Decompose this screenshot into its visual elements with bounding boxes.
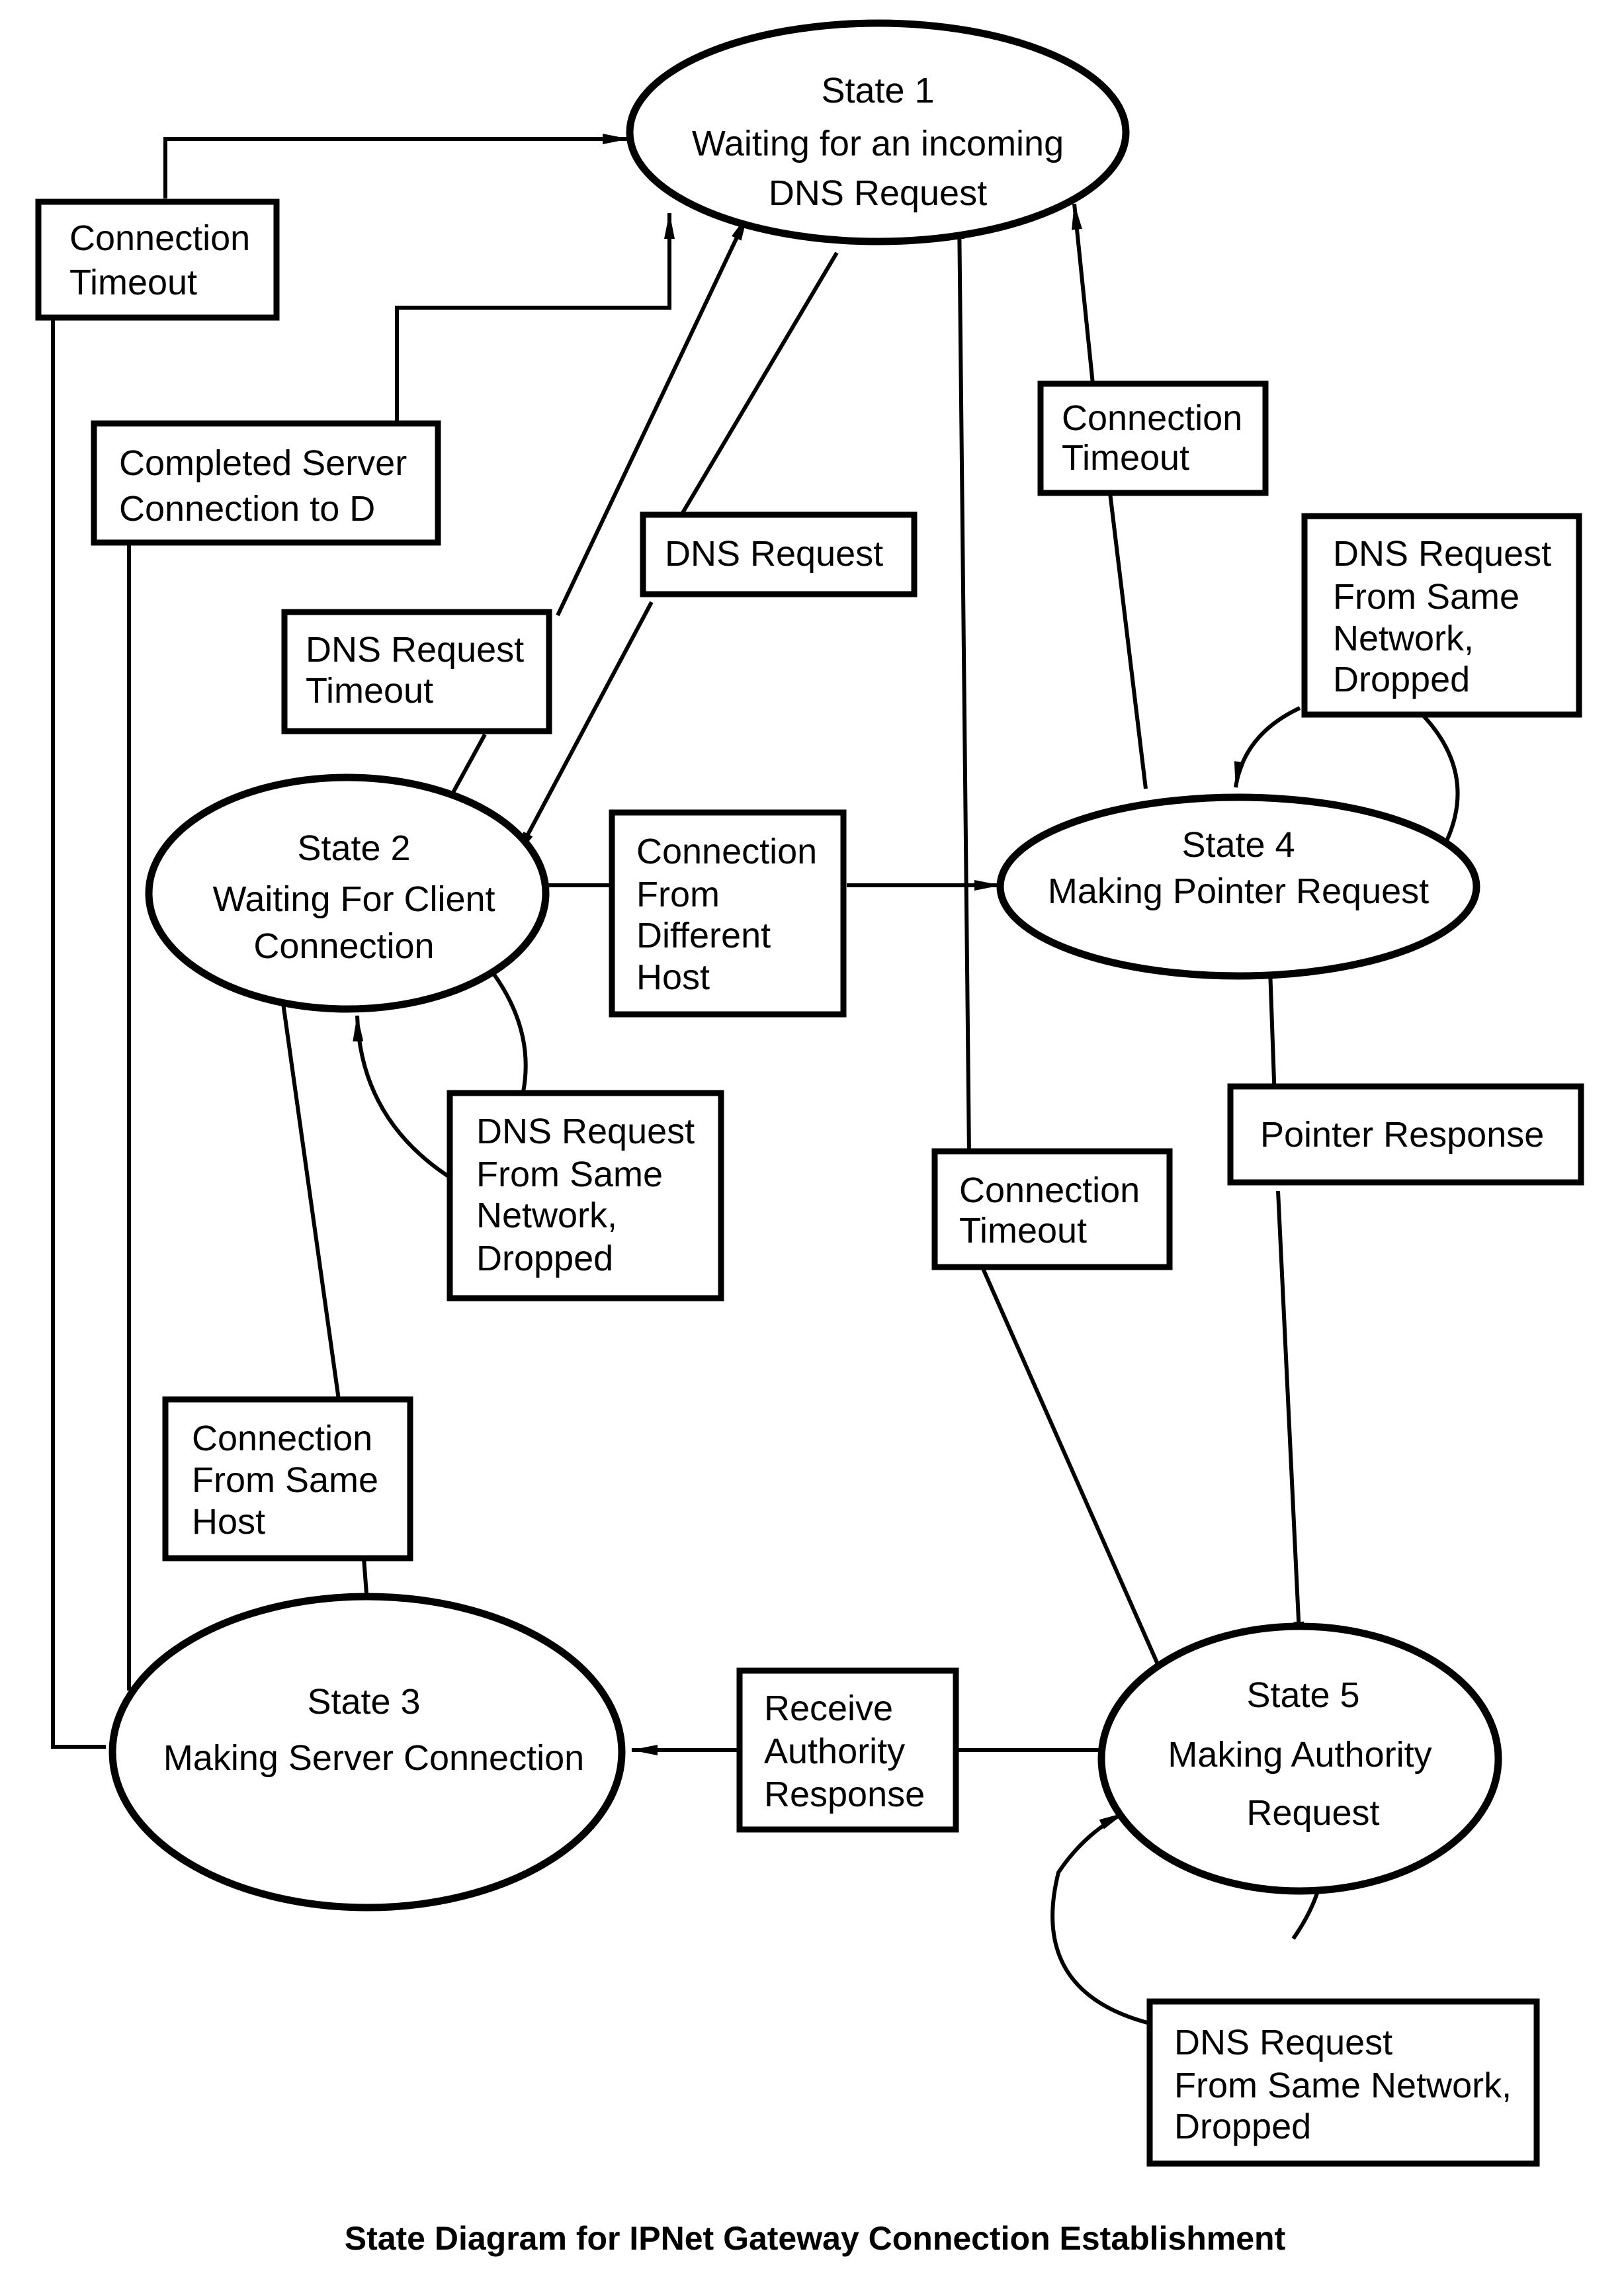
edge-s5-self-loop (1050, 1811, 1150, 2025)
diagram-caption: State Diagram for IPNet Gateway Connecti… (345, 2220, 1286, 2257)
state-3-title: State 3 (307, 1682, 420, 1722)
transition-label-receive-authority[interactable]: Receive Authority Response (736, 1667, 959, 1833)
label-line: Response (764, 1775, 925, 1814)
label-line: Connection (192, 1419, 372, 1458)
transition-label-pointer-response[interactable]: Pointer Response (1227, 1083, 1584, 1186)
transition-label-different-host[interactable]: Connection From Different Host (609, 809, 847, 1018)
state-4-title: State 4 (1181, 825, 1295, 865)
label-line: Network, (476, 1196, 617, 1235)
label-line: Network, (1333, 619, 1474, 658)
label-line: DNS Request (1333, 534, 1551, 574)
state-2-title: State 2 (297, 828, 410, 868)
label-line: Host (192, 1502, 265, 1542)
label-line: From Same (1333, 577, 1519, 617)
state-1-desc-line-2: DNS Request (769, 173, 987, 213)
state-2-desc-line-1: Waiting For Client (212, 879, 495, 919)
state-2[interactable]: State 2 Waiting For Client Connection (145, 773, 550, 1013)
label-line: From (636, 875, 720, 914)
label-line: Connection (1062, 398, 1242, 438)
transition-label-connection-timeout-left[interactable]: Connection Timeout (35, 198, 280, 321)
label-line: Dropped (476, 1239, 613, 1278)
edge-connection-timeout-to-s1-center (954, 212, 971, 1155)
state-1-title: State 1 (821, 71, 934, 110)
state-2-desc-line-2: Connection (253, 926, 434, 966)
label-line: Timeout (1062, 438, 1189, 478)
label-line: DNS Request (476, 1112, 695, 1151)
label-line: Timeout (959, 1211, 1087, 1251)
transition-label-s2-dns-dropped[interactable]: DNS Request From Same Network, Dropped (447, 1090, 724, 1301)
edge-s4-self-loop (1234, 706, 1301, 788)
label-line: Completed Server (119, 443, 407, 483)
label-line: Dropped (1333, 660, 1470, 699)
edge-s4-to-connection-timeout (1108, 492, 1148, 789)
label-line: Connection to D (119, 489, 375, 529)
label-line: From Same Network, (1174, 2066, 1512, 2105)
edge-s1-to-dns-request (681, 251, 839, 514)
edge-completed-server-to-s1 (395, 212, 675, 423)
edge-pointer-response-to-s5 (1276, 1190, 1304, 1648)
label-line: Timeout (69, 263, 197, 302)
label-line: Connection (959, 1170, 1140, 1210)
transition-label-connection-timeout-center[interactable]: Connection Timeout (931, 1148, 1173, 1270)
edge-s4-self-loop-return (1420, 713, 1460, 845)
label-line: From Same (476, 1155, 663, 1194)
state-5-title: State 5 (1246, 1675, 1359, 1715)
edge-s2-self-loop-return (491, 971, 528, 1096)
label-line: Different (636, 916, 771, 955)
label-line: DNS Request (306, 630, 524, 670)
edge-connection-timeout-to-s1-right (1072, 203, 1095, 384)
edge-s2-self-loop (353, 1015, 450, 1178)
label-line: DNS Request (1174, 2023, 1392, 2062)
state-5-desc-line-1: Making Authority (1168, 1735, 1432, 1775)
state-3[interactable]: State 3 Making Server Connection (108, 1593, 626, 1912)
label-line: Timeout (306, 671, 433, 711)
label-line: Receive (764, 1689, 893, 1728)
transition-label-dns-request[interactable]: DNS Request (640, 511, 918, 597)
state-1-desc-line-1: Waiting for an incoming (692, 124, 1064, 163)
label-line: Connection (69, 218, 250, 258)
label-line: From Same (192, 1460, 378, 1500)
transition-label-connection-timeout-upper-right[interactable]: Connection Timeout (1037, 380, 1269, 496)
edge-s5-to-connection-timeout (980, 1266, 1160, 1665)
edge-s2-to-same-host (279, 989, 341, 1400)
transition-label-s4-dns-dropped[interactable]: DNS Request From Same Network, Dropped (1301, 513, 1582, 718)
state-1[interactable]: State 1 Waiting for an incoming DNS Requ… (626, 19, 1130, 245)
state-diagram: State 1 Waiting for an incoming DNS Requ… (35, 19, 1584, 2257)
label-line: Host (636, 957, 710, 997)
label-line: Pointer Response (1260, 1115, 1544, 1155)
transition-label-dns-request-timeout[interactable]: DNS Request Timeout (281, 609, 552, 734)
transition-label-completed-server[interactable]: Completed Server Connection to D (91, 420, 441, 546)
label-line: Dropped (1174, 2107, 1311, 2146)
state-5[interactable]: State 5 Making Authority Request (1097, 1622, 1502, 1895)
state-5-desc-line-2: Request (1246, 1793, 1379, 1833)
label-line: DNS Request (665, 534, 883, 574)
label-line: Authority (764, 1732, 905, 1771)
edge-connection-timeout-to-s1 (163, 134, 629, 198)
transition-label-s5-dns-dropped[interactable]: DNS Request From Same Network, Dropped (1146, 1998, 1540, 2167)
state-4-desc-line-1: Making Pointer Request (1048, 871, 1429, 911)
state-4[interactable]: State 4 Making Pointer Request (996, 793, 1480, 980)
transition-label-same-host[interactable]: Connection From Same Host (162, 1396, 413, 1562)
state-3-desc-line-1: Making Server Connection (163, 1738, 584, 1778)
label-line: Connection (636, 832, 817, 871)
